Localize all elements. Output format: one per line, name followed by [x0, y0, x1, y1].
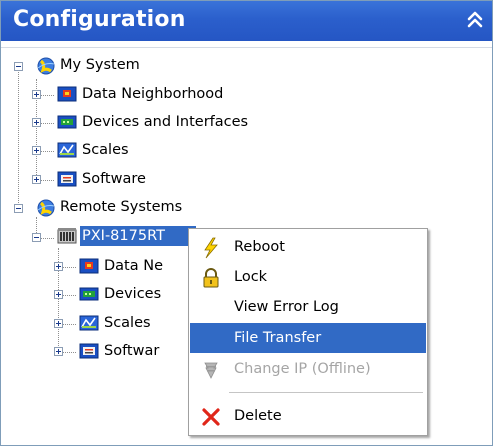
menu-label-lock: Lock	[234, 269, 268, 285]
tree-node-data-neighborhood-remote[interactable]: Data Ne	[104, 256, 163, 276]
menu-separator	[229, 392, 423, 393]
collapse-toggle-pxi-target[interactable]	[32, 233, 41, 242]
menu-item-view-error-log[interactable]: View Error Log	[190, 292, 426, 322]
scales-icon	[57, 141, 77, 159]
expand-toggle-software-remote[interactable]	[54, 347, 63, 356]
tree-node-data-neighborhood[interactable]: Data Neighborhood	[82, 84, 223, 104]
data-neighborhood-icon	[79, 257, 99, 275]
expand-toggle-software[interactable]	[32, 175, 41, 184]
panel-divider	[1, 41, 492, 48]
tree-node-devices-remote[interactable]: Devices	[104, 284, 161, 304]
expand-toggle-devices-remote[interactable]	[54, 290, 63, 299]
panel-title: Configuration	[13, 7, 186, 32]
data-neighborhood-icon	[57, 85, 77, 103]
menu-label-view-error-log: View Error Log	[234, 299, 339, 315]
menu-item-delete[interactable]: Delete	[190, 401, 426, 431]
collapse-toggle-remote-systems[interactable]	[14, 204, 23, 213]
tree-node-scales[interactable]: Scales	[82, 140, 129, 160]
tree-node-remote-systems[interactable]: Remote Systems	[60, 197, 182, 217]
collapse-toggle-my-system[interactable]	[14, 62, 23, 71]
tree-node-software-remote[interactable]: Softwar	[104, 341, 159, 361]
menu-label-change-ip: Change IP (Offline)	[234, 361, 371, 377]
devices-interfaces-icon	[57, 113, 77, 131]
pxi-chassis-icon	[57, 227, 77, 245]
menu-item-file-transfer[interactable]: File Transfer	[190, 323, 426, 353]
double-chevron-up-icon[interactable]	[464, 9, 486, 31]
expand-toggle-scales[interactable]	[32, 146, 41, 155]
menu-item-reboot[interactable]: Reboot	[190, 232, 426, 262]
ni-globe-icon	[35, 56, 55, 75]
network-settings-icon	[200, 359, 222, 381]
expand-toggle-scales-remote[interactable]	[54, 319, 63, 328]
scales-icon	[79, 314, 99, 332]
expand-toggle-data-neighborhood-remote[interactable]	[54, 262, 63, 271]
menu-item-change-ip[interactable]: Change IP (Offline)	[190, 354, 426, 384]
red-x-delete-icon	[200, 406, 222, 428]
tree-node-software[interactable]: Software	[82, 169, 146, 189]
ni-globe-icon	[35, 198, 55, 217]
expand-toggle-data-neighborhood[interactable]	[32, 90, 41, 99]
context-menu: Reboot Lock View Error Log File Transfer…	[188, 228, 428, 436]
devices-interfaces-icon	[79, 285, 99, 303]
expand-toggle-devices-and-interfaces[interactable]	[32, 118, 41, 127]
tree-node-my-system[interactable]: My System	[60, 55, 140, 75]
panel-titlebar: Configuration	[1, 1, 492, 41]
menu-label-delete: Delete	[234, 408, 282, 424]
tree-node-pxi-target[interactable]: PXI-8175RT	[80, 226, 196, 246]
menu-item-lock[interactable]: Lock	[190, 262, 426, 292]
menu-label-reboot: Reboot	[234, 239, 285, 255]
padlock-icon	[200, 267, 222, 289]
tree-node-devices-and-interfaces[interactable]: Devices and Interfaces	[82, 112, 248, 132]
configuration-panel: Configuration My System Data Neighborhoo…	[0, 0, 493, 446]
tree-node-scales-remote[interactable]: Scales	[104, 313, 151, 333]
software-icon	[79, 342, 99, 360]
menu-label-file-transfer: File Transfer	[234, 330, 322, 346]
tree-line	[18, 69, 19, 209]
lightning-bolt-icon	[200, 237, 222, 259]
software-icon	[57, 170, 77, 188]
